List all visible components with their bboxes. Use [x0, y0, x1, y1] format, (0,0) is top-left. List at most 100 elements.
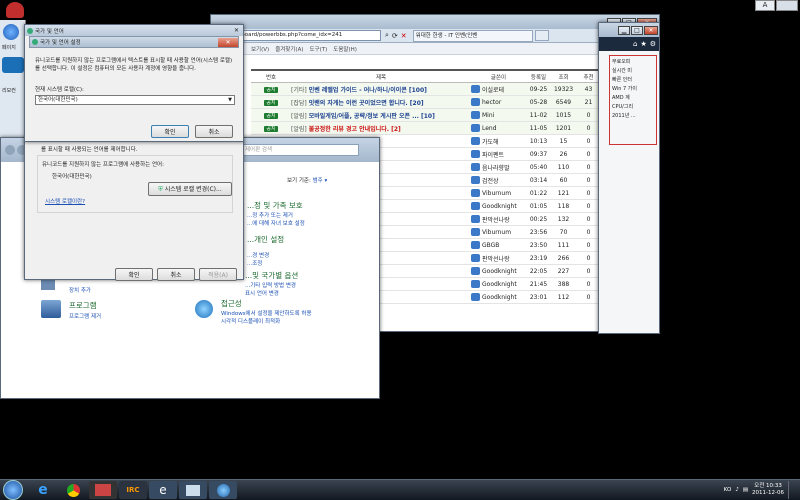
row-author[interactable]: 판막선나랑: [471, 254, 526, 263]
taskbar-chrome-icon[interactable]: [59, 481, 87, 499]
table-row[interactable]: 공지 [기타] 인벤 레벨업 가이드 - 어나/하니/이이콘 [100] 이실로테 09…: [251, 83, 601, 96]
stop-icon[interactable]: ✕: [401, 32, 407, 40]
cat-link[interactable]: ...에 대해 자녀 보호 설정: [247, 219, 305, 227]
region-cancel-button[interactable]: 취소: [157, 268, 195, 281]
locale-cancel-button[interactable]: 취소: [195, 125, 233, 138]
side-close-button[interactable]: ✕: [644, 25, 658, 35]
table-row[interactable]: 공지 [알림] 불공정한 리뷰 경고 안내입니다. [2] Lend 11-05 1201…: [251, 122, 601, 135]
row-author[interactable]: hector: [471, 98, 526, 106]
row-author[interactable]: Mini: [471, 111, 526, 119]
locale-select[interactable]: 한국어(대한민국) ▼: [35, 95, 235, 105]
menu-favorites[interactable]: 즐겨찾기(A): [275, 45, 303, 53]
row-author[interactable]: GBGB: [471, 241, 526, 249]
ime-indicator[interactable]: A: [755, 0, 775, 11]
row-title[interactable]: 잇밴의 자게는 이런 곳이었으면 합니다. [20]: [309, 100, 424, 107]
cp-left-link[interactable]: 장치 추가: [69, 286, 91, 294]
cat-link[interactable]: ...경 변경: [247, 251, 284, 259]
view-dropdown[interactable]: 범주 ▾: [313, 178, 328, 184]
cp-search-input[interactable]: 제어판 검색: [241, 144, 359, 156]
browser-titlebar[interactable]: ▁□✕: [211, 15, 659, 29]
row-author[interactable]: 가도해: [471, 137, 526, 146]
home-icon[interactable]: ⌂: [633, 40, 637, 48]
taskbar-globe-icon[interactable]: [209, 481, 237, 499]
side-item[interactable]: 무료오피: [612, 58, 654, 67]
locale-titlebar[interactable]: 국가 및 언어 설정 ✕: [29, 36, 239, 48]
row-author[interactable]: 검전상: [471, 176, 526, 185]
side-titlebar[interactable]: ▁ □ ✕: [599, 23, 659, 37]
show-desktop-button[interactable]: [788, 481, 796, 499]
side-item[interactable]: 빠른 인터: [612, 76, 654, 85]
change-locale-button[interactable]: ⛨ 시스템 로캘 변경(C)...: [148, 182, 232, 196]
taskbar-irc-icon[interactable]: IRC: [119, 481, 147, 499]
cat-link[interactable]: 표시 언어 변경: [245, 289, 298, 297]
taskbar-app-icon[interactable]: [89, 481, 117, 499]
side-item[interactable]: Win 7 가이: [612, 85, 654, 94]
side-maximize-button[interactable]: □: [631, 25, 643, 35]
settings-icon[interactable]: ⚙: [650, 40, 656, 48]
row-author[interactable]: 판막선나랑: [471, 215, 526, 224]
locale-app-titlebar[interactable]: 국가 및 언어 ✕: [25, 25, 243, 36]
accessibility-link[interactable]: Windows에서 설정을 제안하도록 허용: [221, 309, 312, 317]
browser-tab[interactable]: 워대한 한생 - IT 인벤(인벤: [412, 29, 533, 42]
row-author[interactable]: Goodknight: [471, 293, 526, 301]
cat-link[interactable]: ...정 추가 또는 제거: [247, 211, 305, 219]
taskbar-ie2-icon[interactable]: e: [149, 481, 177, 499]
row-title-cell[interactable]: [잡담] 잇밴의 자게는 이런 곳이었으면 합니다. [20]: [291, 98, 471, 107]
row-author[interactable]: 이실로테: [471, 85, 526, 94]
table-row[interactable]: 공지 [알림] 모바일게임/어플, 공략/정보 게시판 오픈 ... [10] Min…: [251, 109, 601, 122]
row-author[interactable]: 음나라향말: [471, 163, 526, 172]
cat-title[interactable]: ...개인 설정: [247, 234, 284, 245]
tray-lang[interactable]: KO: [724, 487, 732, 493]
refresh-icon[interactable]: ⟳: [392, 32, 398, 40]
row-author[interactable]: Lend: [471, 124, 526, 132]
row-author[interactable]: Viburnum: [471, 228, 526, 236]
locale-close-button[interactable]: ✕: [218, 37, 238, 47]
cat-title[interactable]: ...정 및 가족 보호: [247, 200, 305, 211]
row-title-cell[interactable]: [알림] 모바일게임/어플, 공략/정보 게시판 오픈 ... [10]: [291, 111, 471, 120]
accessibility-link[interactable]: 시각적 디스플레이 최적화: [221, 317, 280, 325]
row-author[interactable]: Viburnum: [471, 189, 526, 197]
back-button[interactable]: [3, 24, 19, 40]
programs-title[interactable]: 프로그램: [69, 300, 97, 311]
locale-ok-button[interactable]: 확인: [151, 125, 189, 138]
side-minimize-button[interactable]: ▁: [618, 25, 630, 35]
clock[interactable]: 오전 10:33 2011-12-06: [752, 483, 784, 497]
row-author[interactable]: Goodknight: [471, 267, 526, 275]
network-icon[interactable]: ▤: [743, 487, 748, 493]
desktop-icon-top[interactable]: [6, 2, 24, 18]
menu-view[interactable]: 보기(V): [251, 45, 269, 53]
favorites-icon[interactable]: ★: [640, 40, 646, 48]
taskbar-ie-icon[interactable]: e: [29, 481, 57, 499]
row-author[interactable]: Goodknight: [471, 202, 526, 210]
cp-back-icon[interactable]: [5, 145, 15, 155]
row-title[interactable]: 모바일게임/어플, 공략/정보 게시판 오픈 ... [10]: [309, 113, 435, 120]
row-author[interactable]: 파이펜트: [471, 150, 526, 159]
region-ok-button[interactable]: 확인: [115, 268, 153, 281]
side-item[interactable]: AMD 계: [612, 94, 654, 103]
row-title[interactable]: 인벤 레벨업 가이드 - 어나/하니/이이콘 [100]: [309, 87, 427, 94]
row-title-cell[interactable]: [기타] 인벤 레벨업 가이드 - 어나/하니/이이콘 [100]: [291, 85, 471, 94]
start-button[interactable]: [3, 480, 23, 500]
volume-icon[interactable]: ♪: [735, 487, 739, 493]
cat-link[interactable]: ...조정: [247, 259, 284, 267]
menu-tools[interactable]: 도구(T): [309, 45, 327, 53]
menu-help[interactable]: 도움말(H): [333, 45, 357, 53]
app-close-icon[interactable]: ✕: [234, 27, 239, 34]
side-item[interactable]: CPU/그리: [612, 103, 654, 112]
ime-bar[interactable]: [776, 0, 798, 11]
row-author[interactable]: Goodknight: [471, 280, 526, 288]
programs-link[interactable]: 프로그램 제거: [69, 312, 101, 320]
locale-help-link[interactable]: 시스템 로캘이란?: [45, 197, 85, 205]
row-title[interactable]: 불공정한 리뷰 경고 안내입니다. [2]: [309, 126, 401, 133]
side-item[interactable]: 2011년 ...: [612, 112, 654, 121]
new-tab-button[interactable]: [534, 30, 549, 41]
cat-title[interactable]: ...및 국가별 옵션: [245, 270, 298, 281]
table-row[interactable]: 공지 [잡담] 잇밴의 자게는 이런 곳이었으면 합니다. [20] hector 05…: [251, 96, 601, 109]
cat-link[interactable]: ...기타 입력 방법 변경: [245, 281, 298, 289]
side-item[interactable]: 실시간 미: [612, 67, 654, 76]
search-icon[interactable]: ⌕: [385, 31, 389, 40]
region-apply-button[interactable]: 적용(A): [199, 268, 237, 281]
taskbar-explorer-icon[interactable]: [179, 481, 207, 499]
accessibility-title[interactable]: 접근성: [221, 298, 242, 309]
row-title-cell[interactable]: [알림] 불공정한 리뷰 경고 안내입니다. [2]: [291, 124, 471, 133]
